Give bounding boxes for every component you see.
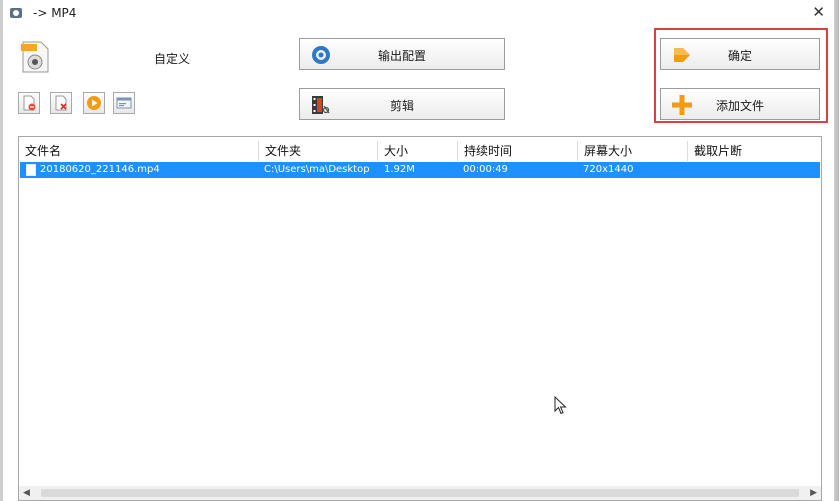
file-delete-icon bbox=[23, 95, 36, 111]
close-icon[interactable]: ✕ bbox=[812, 4, 825, 20]
cell-screen-size: 720x1440 bbox=[583, 164, 634, 175]
edit-label: 剪辑 bbox=[389, 99, 414, 113]
mouse-cursor-icon bbox=[554, 396, 567, 415]
list-header: 文件名 文件夹 大小 持续时间 屏幕大小 截取片断 bbox=[19, 141, 821, 161]
scroll-thumb[interactable] bbox=[41, 489, 799, 497]
window-right-border bbox=[834, 0, 839, 501]
output-settings-button[interactable]: 输出配置 bbox=[299, 38, 505, 70]
app-icon bbox=[10, 8, 22, 18]
highlight-annotation bbox=[654, 28, 828, 123]
profile-label: 自定义 bbox=[154, 52, 191, 66]
column-header-folder[interactable]: 文件夹 bbox=[259, 141, 378, 161]
scroll-right-arrow-icon[interactable]: ▶ bbox=[810, 488, 817, 498]
table-row[interactable]: 20180620_221146.mp4 C:\Users\ma\Desktop … bbox=[20, 162, 820, 178]
scroll-left-arrow-icon[interactable]: ◀ bbox=[23, 488, 30, 498]
media-info-icon bbox=[116, 97, 132, 109]
play-icon bbox=[87, 96, 101, 110]
cell-folder: C:\Users\ma\Desktop bbox=[264, 164, 370, 175]
cell-duration: 00:00:49 bbox=[463, 164, 508, 175]
file-clear-icon bbox=[55, 95, 67, 111]
window-left-border bbox=[0, 0, 3, 501]
play-button[interactable] bbox=[83, 92, 105, 114]
media-info-button[interactable] bbox=[113, 92, 135, 114]
title-bar: -> MP4 ✕ bbox=[0, 0, 839, 28]
output-settings-label: 输出配置 bbox=[377, 49, 426, 63]
column-header-screen-size[interactable]: 屏幕大小 bbox=[578, 141, 688, 161]
column-header-size[interactable]: 大小 bbox=[378, 141, 458, 161]
mp4-file-icon bbox=[21, 41, 49, 73]
clear-list-button[interactable] bbox=[50, 92, 72, 114]
window-title: -> MP4 bbox=[33, 6, 77, 20]
cell-size: 1.92M bbox=[384, 164, 415, 175]
cell-filename: 20180620_221146.mp4 bbox=[40, 164, 160, 175]
edit-button[interactable]: 剪辑 bbox=[299, 88, 505, 120]
video-file-icon bbox=[26, 164, 36, 176]
column-header-clip[interactable]: 截取片断 bbox=[688, 141, 821, 161]
horizontal-scrollbar[interactable]: ◀ ▶ bbox=[19, 486, 821, 500]
remove-file-button[interactable] bbox=[18, 92, 40, 114]
column-header-duration[interactable]: 持续时间 bbox=[458, 141, 578, 161]
column-header-filename[interactable]: 文件名 bbox=[19, 141, 259, 161]
cell-clip bbox=[693, 162, 813, 178]
file-list[interactable]: 文件名 文件夹 大小 持续时间 屏幕大小 截取片断 20180620_22114… bbox=[18, 136, 822, 501]
